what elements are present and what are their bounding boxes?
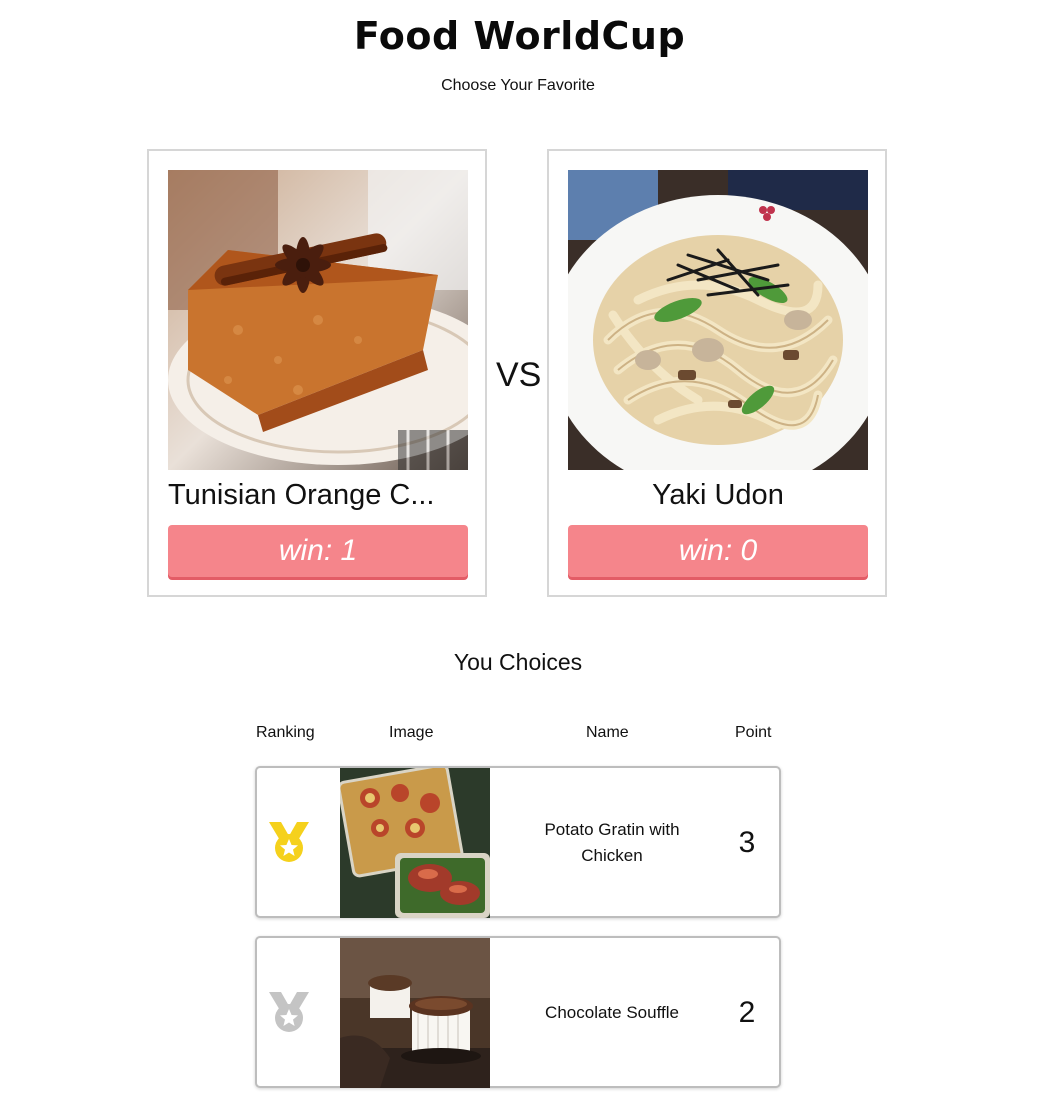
- candidate-card-left[interactable]: Tunisian Orange C... win: 1: [147, 149, 487, 597]
- orange-cake-photo[interactable]: [168, 170, 468, 470]
- page-subtitle: Choose Your Favorite: [441, 77, 595, 94]
- column-header-point: Point: [735, 724, 772, 741]
- chocolate-souffle-photo: [340, 938, 490, 1088]
- choice-point: 3: [738, 826, 756, 859]
- choice-name: Potato Gratin with Chicken: [544, 820, 680, 865]
- column-header-ranking: Ranking: [256, 724, 315, 741]
- candidate-card-right[interactable]: Yaki Udon win: 0: [547, 149, 887, 597]
- column-header-name: Name: [586, 724, 629, 741]
- silver-medal-icon: [267, 990, 311, 1034]
- choices-title: You Choices: [453, 649, 583, 675]
- candidate-name-left: Tunisian Orange C...: [168, 479, 435, 511]
- udon-photo[interactable]: [568, 170, 868, 470]
- page-title: Food WorldCup: [353, 14, 686, 58]
- column-header-image: Image: [389, 724, 434, 741]
- candidate-name-right: Yaki Udon: [652, 479, 784, 511]
- win-button-right[interactable]: win: 0: [568, 525, 868, 577]
- gold-medal-icon: [267, 820, 311, 864]
- win-button-left[interactable]: win: 1: [168, 525, 468, 577]
- table-row: Potato Gratin with Chicken 3: [255, 766, 781, 918]
- choice-point: 2: [738, 996, 756, 1029]
- page: Food WorldCup Choose Your Favorite Tunis…: [0, 0, 1039, 1112]
- choice-name: Chocolate Souffle: [545, 1003, 679, 1022]
- vs-label: VS: [496, 356, 542, 394]
- table-row: Chocolate Souffle 2: [255, 936, 781, 1088]
- potato-gratin-photo: [340, 768, 490, 918]
